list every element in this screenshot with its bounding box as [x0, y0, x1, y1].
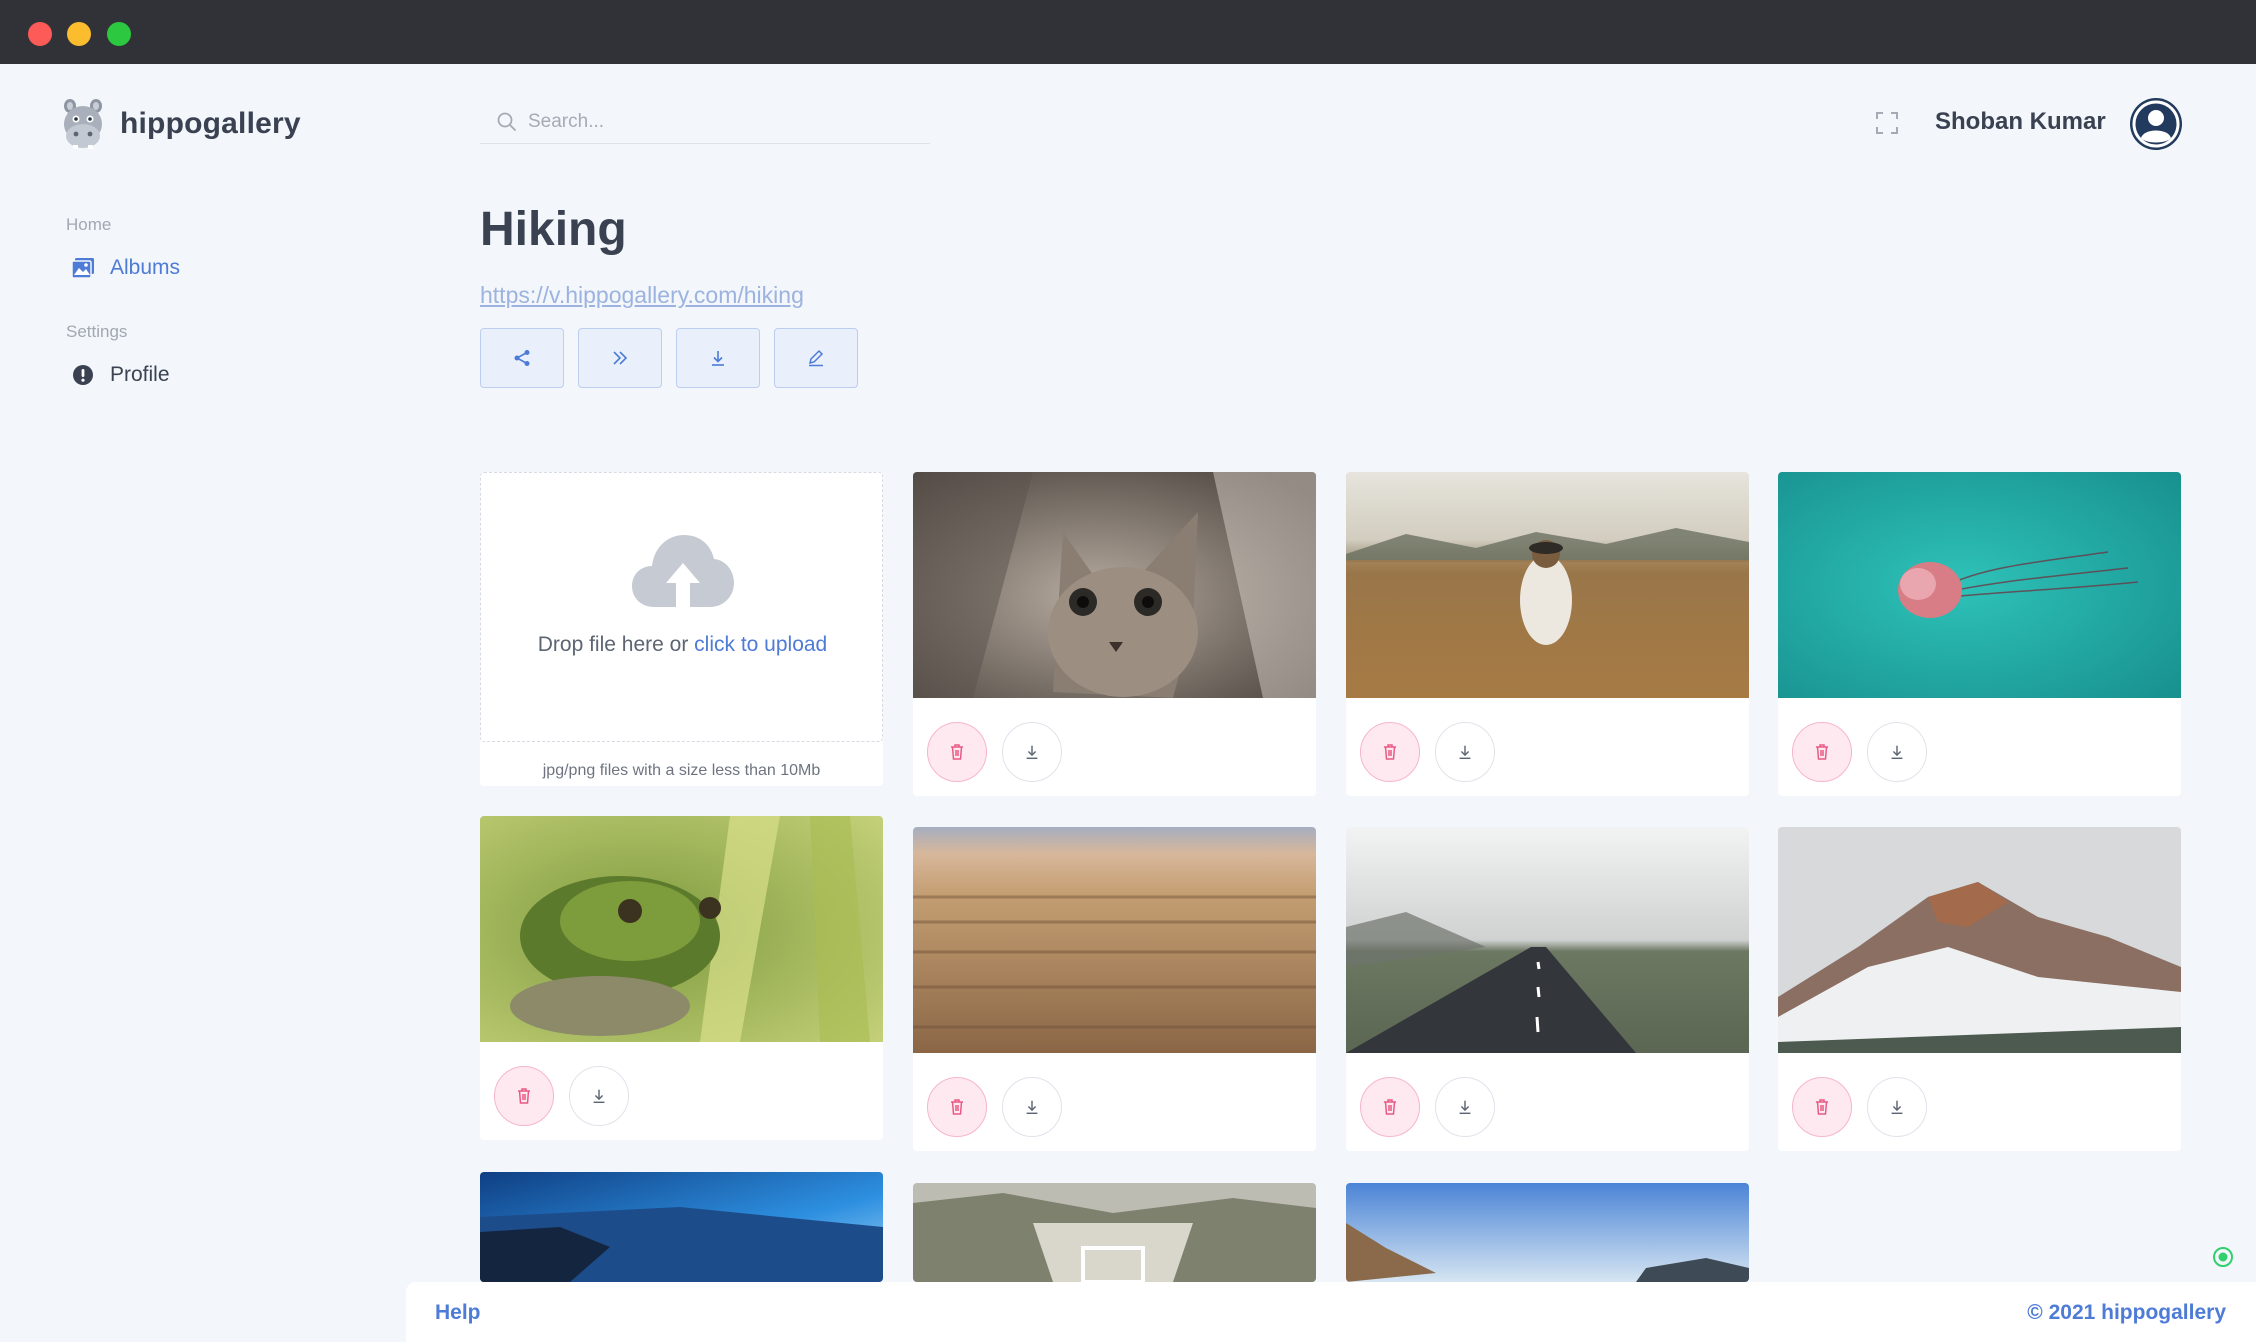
photo-card [913, 827, 1316, 1151]
photo-actions [1360, 1077, 1510, 1137]
trash-icon [951, 744, 963, 760]
sidebar-item-albums[interactable]: Albums [70, 255, 180, 281]
search-bar [480, 100, 930, 144]
photo-jellyfish[interactable] [1778, 472, 2181, 698]
photo-card [1346, 827, 1749, 1151]
search-icon [496, 111, 518, 133]
delete-photo-button[interactable] [1360, 1077, 1420, 1137]
edit-icon [808, 349, 824, 367]
delete-photo-button[interactable] [1792, 722, 1852, 782]
user-name[interactable]: Shoban Kumar [1935, 108, 2106, 136]
slideshow-button[interactable] [578, 328, 662, 388]
brand-name: hippogallery [120, 107, 301, 140]
photo-actions [1360, 722, 1510, 782]
photo-card [480, 816, 883, 1140]
trash-icon [1384, 744, 1396, 760]
photo-kitten[interactable] [913, 472, 1316, 698]
trash-icon [951, 1099, 963, 1115]
upload-dropzone[interactable]: Drop file here or click to upload [480, 472, 883, 742]
photo-snowy-mountain[interactable] [1778, 827, 2181, 1053]
click-to-upload-link[interactable]: click to upload [694, 633, 827, 656]
photo-woman-field[interactable] [1346, 472, 1749, 698]
sidebar-section-settings: Settings [66, 322, 128, 341]
photo-card [913, 1183, 1316, 1282]
photo-actions [494, 1066, 644, 1126]
share-icon [514, 350, 530, 366]
delete-photo-button[interactable] [927, 722, 987, 782]
photo-frog[interactable] [480, 816, 883, 1042]
upload-text: Drop file here or click to upload [537, 633, 828, 656]
photo-card [1778, 472, 2181, 796]
photo-card [480, 1172, 883, 1282]
download-photo-button[interactable] [1867, 722, 1927, 782]
trash-icon [1816, 744, 1828, 760]
sidebar-item-label: Profile [110, 363, 170, 386]
alert-circle-icon [70, 362, 96, 388]
delete-photo-button[interactable] [1792, 1077, 1852, 1137]
image-icon [70, 255, 96, 281]
sidebar-item-profile[interactable]: Profile [70, 362, 170, 388]
photo-card [913, 472, 1316, 796]
download-icon [1026, 745, 1038, 760]
search-input[interactable] [528, 110, 908, 133]
photo-forest-aerial[interactable] [913, 827, 1316, 1053]
trash-icon [1816, 1099, 1828, 1115]
download-photo-button[interactable] [1002, 1077, 1062, 1137]
photo-actions [927, 722, 1077, 782]
upload-card: Drop file here or click to upload jpg/pn… [480, 472, 883, 786]
delete-photo-button[interactable] [494, 1066, 554, 1126]
download-icon [1891, 745, 1903, 760]
photo-card [1778, 827, 2181, 1151]
trash-icon [1384, 1099, 1396, 1115]
download-icon [1026, 1100, 1038, 1115]
footer: Help © 2021 hippogallery [406, 1282, 2256, 1342]
window-minimize-button[interactable] [67, 22, 91, 46]
delete-photo-button[interactable] [927, 1077, 987, 1137]
cloud-upload-icon [632, 535, 734, 609]
photo-sky-hills[interactable] [1346, 1183, 1749, 1282]
download-album-button[interactable] [676, 328, 760, 388]
brand[interactable]: hippogallery [58, 96, 301, 152]
page-title: Hiking [480, 203, 627, 256]
photo-card [1346, 1183, 1749, 1282]
album-share-link[interactable]: https://v.hippogallery.com/hiking [480, 282, 804, 309]
photo-actions [1792, 722, 1942, 782]
share-button[interactable] [480, 328, 564, 388]
double-chevron-right-icon [613, 351, 628, 365]
upload-hint: jpg/png files with a size less than 10Mb [542, 762, 821, 779]
photo-actions [927, 1077, 1077, 1137]
window-maximize-button[interactable] [107, 22, 131, 46]
download-icon [1891, 1100, 1903, 1115]
photo-rocky-cliffs[interactable] [913, 1183, 1316, 1282]
sidebar-item-label: Albums [110, 256, 181, 279]
photo-actions [1792, 1077, 1942, 1137]
status-indicator-icon [2213, 1247, 2233, 1267]
download-icon [1459, 1100, 1471, 1115]
copyright: © 2021 hippogallery [2027, 1301, 2226, 1324]
window-titlebar [0, 0, 2256, 64]
edit-album-button[interactable] [774, 328, 858, 388]
download-photo-button[interactable] [1867, 1077, 1927, 1137]
download-photo-button[interactable] [1435, 722, 1495, 782]
delete-photo-button[interactable] [1360, 722, 1420, 782]
window-close-button[interactable] [28, 22, 52, 46]
photo-blue-mountain[interactable] [480, 1172, 883, 1282]
download-photo-button[interactable] [1435, 1077, 1495, 1137]
download-icon [1459, 745, 1471, 760]
photo-road[interactable] [1346, 827, 1749, 1053]
download-icon [712, 351, 724, 366]
user-avatar-icon[interactable] [2130, 98, 2182, 150]
hippo-logo-icon [64, 99, 102, 149]
download-photo-button[interactable] [1002, 722, 1062, 782]
download-icon [593, 1089, 605, 1104]
trash-icon [518, 1088, 530, 1104]
download-photo-button[interactable] [569, 1066, 629, 1126]
sidebar-section-home: Home [66, 215, 112, 234]
album-actions [480, 328, 872, 388]
photo-card [1346, 472, 1749, 796]
fullscreen-icon[interactable] [1875, 111, 1899, 135]
help-link[interactable]: Help [435, 1301, 481, 1325]
